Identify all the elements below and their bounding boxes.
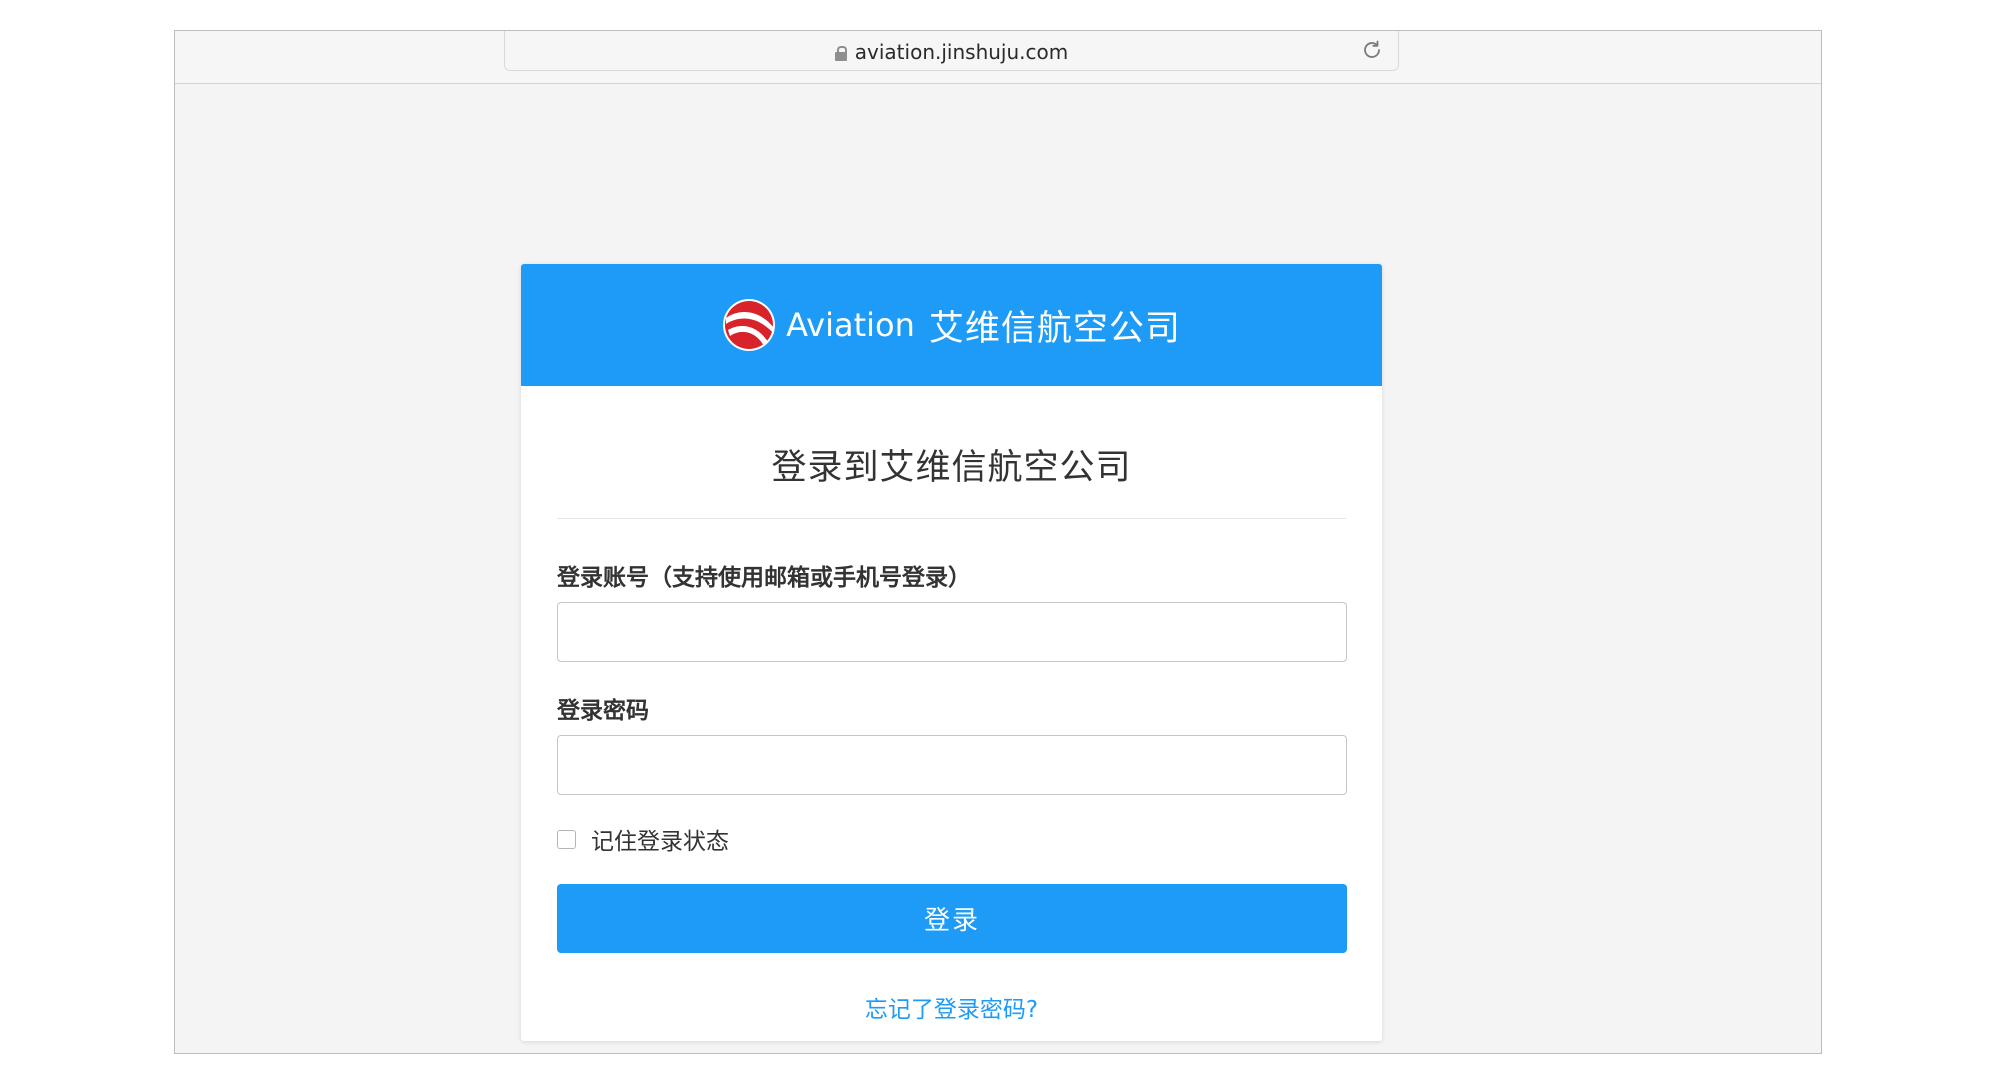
divider: [557, 518, 1346, 519]
account-input[interactable]: [557, 602, 1347, 662]
remember-me[interactable]: 记住登录状态: [557, 822, 729, 856]
form-title: 登录到艾维信航空公司: [771, 448, 1132, 488]
lock-icon: [834, 46, 847, 61]
aviation-logo-icon: [723, 299, 776, 351]
password-label: 登录密码: [557, 698, 649, 724]
brand-chinese-name: 艾维信航空公司: [928, 308, 1181, 349]
address-bar[interactable]: aviation.jinshuju.com: [504, 31, 1399, 71]
brand-name: Aviation: [786, 306, 915, 344]
forgot-password-link[interactable]: 忘记了登录密码?: [521, 990, 1382, 1024]
browser-window: aviation.jinshuju.com Aviation 艾维信航空公司 登录…: [174, 30, 1822, 1054]
account-label: 登录账号（支持使用邮箱或手机号登录）: [557, 565, 971, 591]
login-button[interactable]: 登录: [557, 884, 1347, 953]
remember-checkbox[interactable]: [557, 829, 576, 849]
url-text: aviation.jinshuju.com: [854, 40, 1069, 64]
card-header: Aviation 艾维信航空公司: [521, 264, 1382, 386]
browser-toolbar: aviation.jinshuju.com: [175, 31, 1821, 84]
brand: Aviation 艾维信航空公司: [521, 298, 1382, 354]
login-card: Aviation 艾维信航空公司 登录到艾维信航空公司 登录账号（支持使用邮箱或手…: [521, 264, 1382, 1041]
password-input[interactable]: [557, 735, 1347, 795]
url-display[interactable]: aviation.jinshuju.com: [505, 40, 1398, 64]
remember-label[interactable]: 记住登录状态: [591, 822, 729, 856]
reload-icon[interactable]: [1360, 38, 1384, 62]
